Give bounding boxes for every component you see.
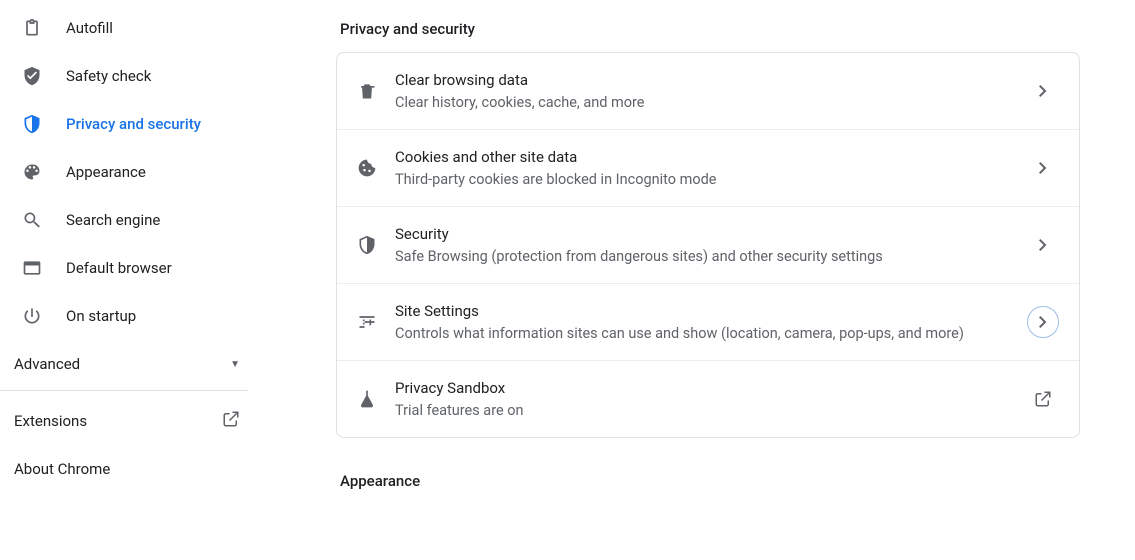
row-site-settings[interactable]: Site Settings Controls what information … — [337, 283, 1079, 360]
sidebar-item-extensions[interactable]: Extensions — [0, 401, 260, 441]
chevron-right-icon — [1027, 75, 1059, 107]
chevron-right-icon — [1027, 229, 1059, 261]
sidebar-item-safety-check[interactable]: Safety check — [0, 56, 260, 96]
row-subtitle: Trial features are on — [395, 401, 1027, 421]
row-text: Privacy Sandbox Trial features are on — [395, 377, 1027, 421]
row-text: Site Settings Controls what information … — [395, 300, 1027, 344]
sidebar-item-label: Autofill — [66, 19, 113, 37]
row-title: Cookies and other site data — [395, 146, 1027, 168]
row-subtitle: Third-party cookies are blocked in Incog… — [395, 170, 1027, 190]
sidebar-item-label: Safety check — [66, 67, 151, 85]
extensions-label: Extensions — [14, 412, 222, 430]
flask-icon — [357, 389, 377, 409]
row-title: Clear browsing data — [395, 69, 1027, 91]
sidebar-item-search-engine[interactable]: Search engine — [0, 200, 260, 240]
section-title-privacy-security: Privacy and security — [336, 20, 475, 38]
sidebar-item-label: Privacy and security — [66, 115, 201, 133]
row-clear-browsing-data[interactable]: Clear browsing data Clear history, cooki… — [337, 53, 1079, 129]
row-text: Security Safe Browsing (protection from … — [395, 223, 1027, 267]
search-icon — [20, 208, 44, 232]
palette-icon — [20, 160, 44, 184]
verified-icon — [20, 64, 44, 88]
row-text: Clear browsing data Clear history, cooki… — [395, 69, 1027, 113]
row-cookies[interactable]: Cookies and other site data Third-party … — [337, 129, 1079, 206]
sidebar-item-on-startup[interactable]: On startup — [0, 296, 260, 336]
sidebar-item-label: On startup — [66, 307, 136, 325]
sidebar-item-autofill[interactable]: Autofill — [0, 8, 260, 48]
shield-icon — [20, 112, 44, 136]
advanced-label: Advanced — [14, 355, 230, 373]
row-subtitle: Clear history, cookies, cache, and more — [395, 93, 1027, 113]
sidebar-item-about-chrome[interactable]: About Chrome — [0, 449, 260, 489]
chevron-right-icon[interactable] — [1027, 306, 1059, 338]
sidebar-item-label: Appearance — [66, 163, 146, 181]
row-title: Site Settings — [395, 300, 1027, 322]
trash-icon — [357, 81, 377, 101]
clipboard-icon — [20, 16, 44, 40]
chevron-down-icon: ▼ — [230, 359, 240, 370]
row-subtitle: Safe Browsing (protection from dangerous… — [395, 247, 1027, 267]
browser-icon — [20, 256, 44, 280]
row-title: Security — [395, 223, 1027, 245]
about-label: About Chrome — [14, 460, 240, 478]
chevron-right-icon — [1027, 152, 1059, 184]
tune-icon — [357, 312, 377, 332]
open-external-icon — [222, 410, 240, 432]
power-icon — [20, 304, 44, 328]
row-title: Privacy Sandbox — [395, 377, 1027, 399]
sidebar-item-default-browser[interactable]: Default browser — [0, 248, 260, 288]
section-title-appearance: Appearance — [336, 472, 420, 490]
row-security[interactable]: Security Safe Browsing (protection from … — [337, 206, 1079, 283]
sidebar-item-label: Default browser — [66, 259, 172, 277]
open-external-icon — [1027, 383, 1059, 415]
shield-icon — [357, 235, 377, 255]
sidebar-item-appearance[interactable]: Appearance — [0, 152, 260, 192]
sidebar-advanced-toggle[interactable]: Advanced ▼ — [0, 344, 260, 384]
sidebar-item-privacy-security[interactable]: Privacy and security — [0, 104, 260, 144]
sidebar-item-label: Search engine — [66, 211, 160, 229]
cookie-icon — [357, 158, 377, 178]
privacy-security-card: Clear browsing data Clear history, cooki… — [336, 52, 1080, 438]
settings-main: Privacy and security Clear browsing data… — [260, 0, 1135, 560]
settings-sidebar: Autofill Safety check Privacy and securi… — [0, 0, 260, 560]
sidebar-divider — [0, 390, 248, 391]
row-subtitle: Controls what information sites can use … — [395, 324, 1027, 344]
row-text: Cookies and other site data Third-party … — [395, 146, 1027, 190]
row-privacy-sandbox[interactable]: Privacy Sandbox Trial features are on — [337, 360, 1079, 437]
